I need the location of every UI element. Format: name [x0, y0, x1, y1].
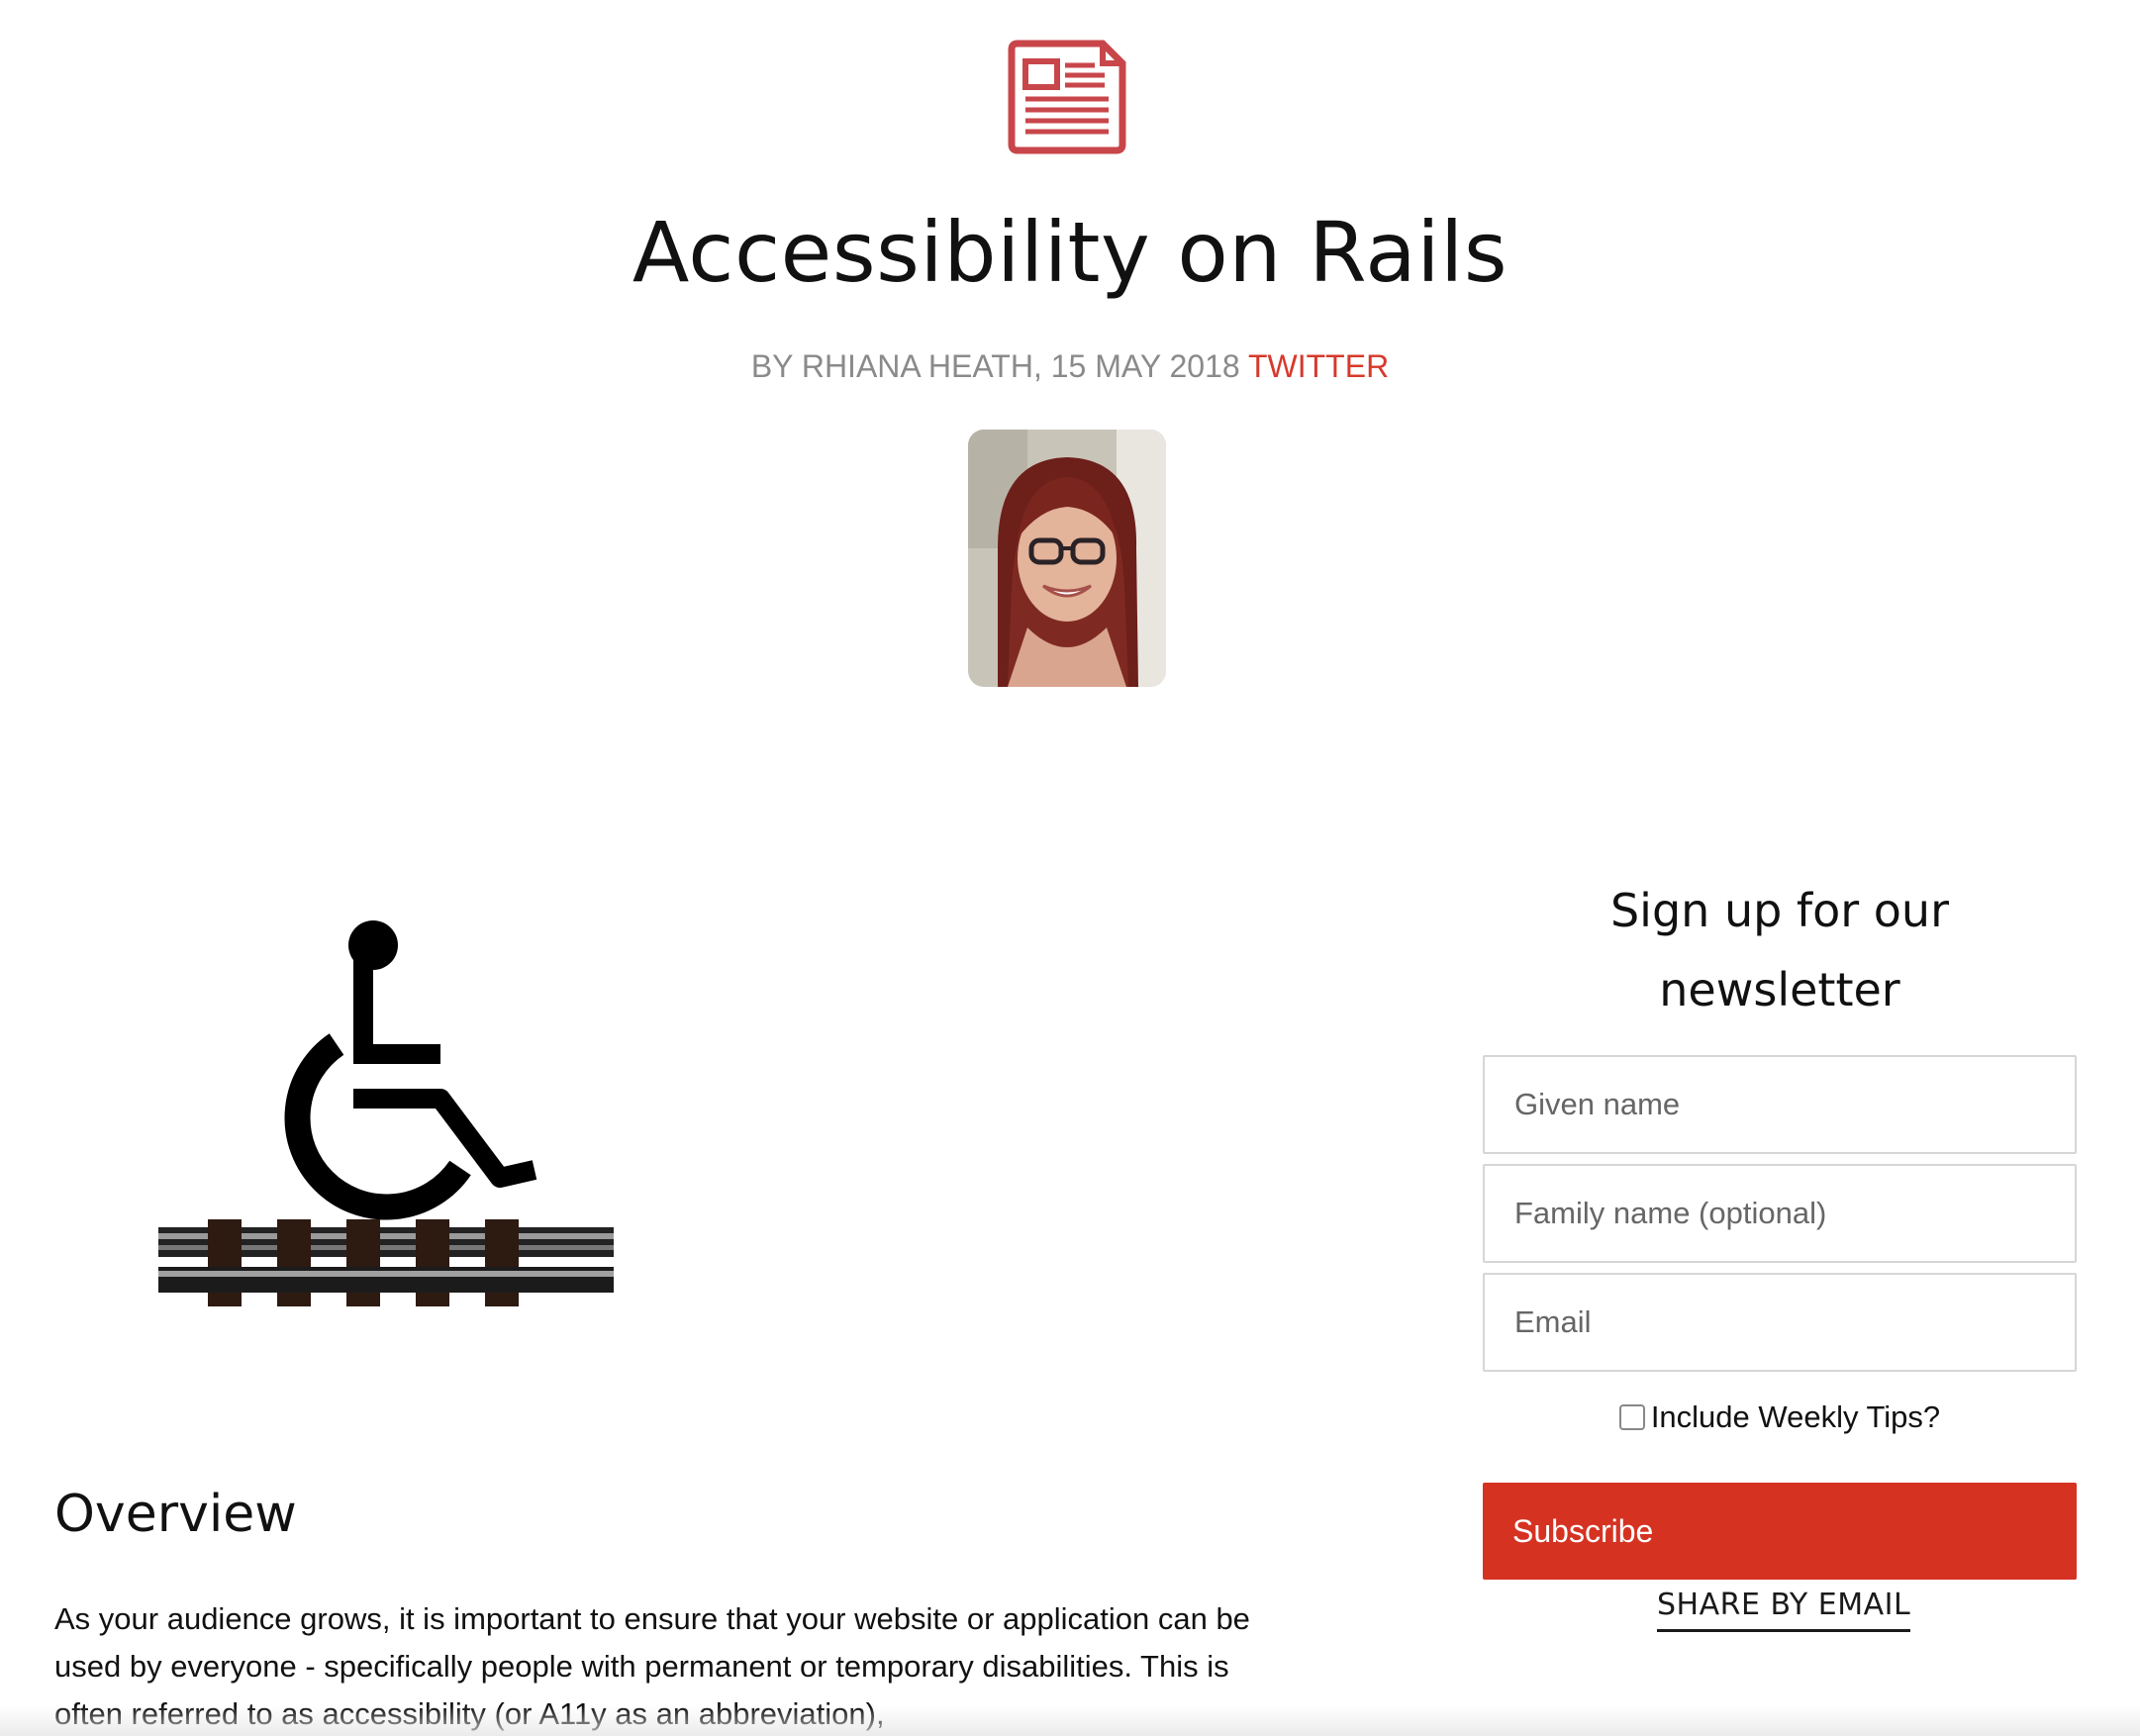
email-field[interactable]	[1483, 1273, 2077, 1372]
page-title: Accessibility on Rails	[632, 204, 1508, 301]
given-name-field[interactable]	[1483, 1055, 2077, 1154]
newsletter-form: Sign up for our newsletter Include Weekl…	[1483, 871, 2077, 1580]
newspaper-icon	[1008, 40, 1126, 154]
avatar	[968, 430, 1166, 687]
share-by-email-link[interactable]: SHARE BY EMAIL	[1657, 1584, 1911, 1632]
family-name-field[interactable]	[1483, 1164, 2077, 1263]
byline-author-date: BY RHIANA HEATH, 15 MAY 2018	[750, 348, 1248, 384]
weekly-tips-option[interactable]: Include Weekly Tips?	[1483, 1388, 2077, 1447]
newsletter-title: Sign up for our newsletter	[1609, 884, 1949, 1016]
wheelchair-on-rails-icon	[158, 920, 614, 1306]
overview-heading: Overview	[54, 1485, 297, 1544]
page: Accessibility on Rails BY RHIANA HEATH, …	[0, 0, 2140, 1736]
weekly-tips-checkbox[interactable]	[1618, 1404, 1645, 1430]
byline: BY RHIANA HEATH, 15 MAY 2018 TWITTER	[0, 346, 2140, 386]
bottom-fade	[0, 1706, 2140, 1736]
weekly-tips-label: Include Weekly Tips?	[1650, 1399, 1941, 1434]
rail-track	[158, 1219, 614, 1306]
twitter-link[interactable]: TWITTER	[1248, 348, 1389, 384]
subscribe-button[interactable]: Subscribe	[1483, 1483, 2077, 1580]
